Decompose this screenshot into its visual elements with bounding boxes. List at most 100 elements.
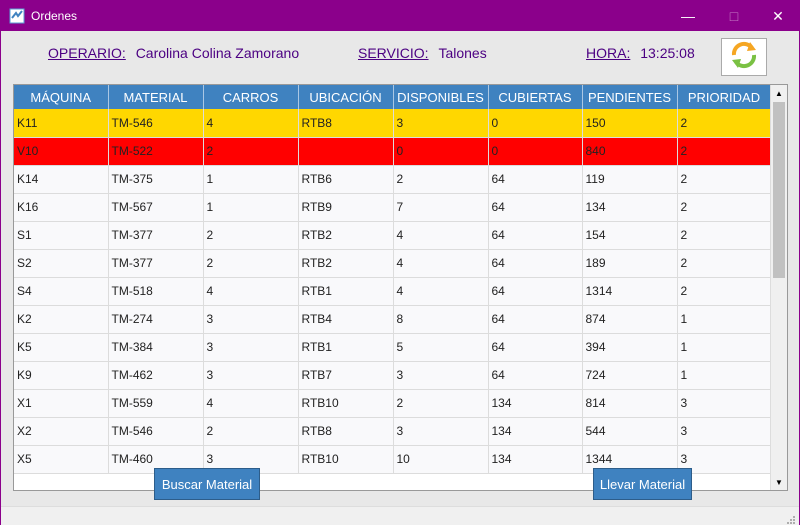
table-row[interactable]: S1 TM-377 2 RTB2 4 64 154 2	[14, 221, 772, 250]
table-cell[interactable]: X2	[14, 417, 109, 446]
table-cell[interactable]: 134	[488, 445, 583, 474]
table-cell[interactable]: 150	[582, 109, 678, 138]
buscar-material-button[interactable]: Buscar Material	[154, 468, 260, 500]
table-cell[interactable]: 64	[488, 361, 583, 390]
table-cell[interactable]: X5	[14, 445, 109, 474]
table-cell[interactable]: 840	[582, 137, 678, 166]
table-cell[interactable]: RTB8	[298, 417, 394, 446]
table-cell[interactable]: K9	[14, 361, 109, 390]
table-cell[interactable]: 134	[488, 389, 583, 418]
table-cell[interactable]: 4	[203, 109, 299, 138]
table-cell[interactable]: K5	[14, 333, 109, 362]
vertical-scrollbar[interactable]: ▲ ▼	[770, 85, 787, 490]
table-cell[interactable]: 119	[582, 165, 678, 194]
table-cell[interactable]: TM-274	[108, 305, 204, 334]
table-cell[interactable]: TM-377	[108, 221, 204, 250]
table-cell[interactable]: 0	[488, 109, 583, 138]
table-cell[interactable]: 394	[582, 333, 678, 362]
table-cell[interactable]: 0	[488, 137, 583, 166]
table-cell[interactable]: TM-546	[108, 109, 204, 138]
table-cell[interactable]: 2	[677, 193, 772, 222]
table-cell[interactable]: TM-559	[108, 389, 204, 418]
table-cell[interactable]: 1	[677, 305, 772, 334]
table-cell[interactable]: 10	[393, 445, 489, 474]
table-cell[interactable]: 4	[393, 221, 489, 250]
table-cell[interactable]: 2	[203, 137, 299, 166]
table-cell[interactable]: TM-546	[108, 417, 204, 446]
table-cell[interactable]: 8	[393, 305, 489, 334]
column-header[interactable]: UBICACIÓN	[298, 85, 394, 109]
column-header[interactable]: DISPONIBLES	[393, 85, 489, 109]
table-cell[interactable]: 154	[582, 221, 678, 250]
table-cell[interactable]: 134	[488, 417, 583, 446]
table-cell[interactable]: 64	[488, 333, 583, 362]
table-cell[interactable]: 134	[582, 193, 678, 222]
table-cell[interactable]: 3	[393, 361, 489, 390]
table-cell[interactable]: 814	[582, 389, 678, 418]
column-header[interactable]: PENDIENTES	[582, 85, 678, 109]
table-cell[interactable]: 2	[203, 417, 299, 446]
table-cell[interactable]: 2	[393, 389, 489, 418]
table-cell[interactable]: 3	[677, 417, 772, 446]
table-cell[interactable]: 2	[677, 221, 772, 250]
table-cell[interactable]: 724	[582, 361, 678, 390]
table-cell[interactable]: 2	[393, 165, 489, 194]
table-cell[interactable]: TM-377	[108, 249, 204, 278]
table-cell[interactable]: RTB2	[298, 249, 394, 278]
table-cell[interactable]: 64	[488, 165, 583, 194]
table-row[interactable]: K11 TM-546 4 RTB8 3 0 150 2	[14, 109, 772, 138]
table-cell[interactable]: 4	[393, 277, 489, 306]
table-cell[interactable]: K11	[14, 109, 109, 138]
table-cell[interactable]: 189	[582, 249, 678, 278]
table-cell[interactable]: X1	[14, 389, 109, 418]
table-cell[interactable]: 1	[677, 333, 772, 362]
table-cell[interactable]: 2	[677, 137, 772, 166]
table-cell[interactable]: TM-522	[108, 137, 204, 166]
table-cell[interactable]: S1	[14, 221, 109, 250]
table-cell[interactable]: 64	[488, 249, 583, 278]
table-cell[interactable]: 4	[203, 277, 299, 306]
table-cell[interactable]	[298, 137, 394, 166]
table-cell[interactable]: 1314	[582, 277, 678, 306]
table-row[interactable]: K14 TM-375 1 RTB6 2 64 119 2	[14, 165, 772, 194]
close-icon[interactable]: ✕	[755, 1, 800, 31]
table-cell[interactable]: 7	[393, 193, 489, 222]
table-cell[interactable]: S2	[14, 249, 109, 278]
table-cell[interactable]: TM-462	[108, 361, 204, 390]
table-cell[interactable]: 3	[203, 333, 299, 362]
table-cell[interactable]: S4	[14, 277, 109, 306]
table-row[interactable]: S4 TM-518 4 RTB1 4 64 1314 2	[14, 277, 772, 306]
table-cell[interactable]: 1	[203, 193, 299, 222]
table-row[interactable]: K2 TM-274 3 RTB4 8 64 874 1	[14, 305, 772, 334]
table-cell[interactable]: 64	[488, 193, 583, 222]
table-cell[interactable]: 64	[488, 305, 583, 334]
table-cell[interactable]: K2	[14, 305, 109, 334]
column-header[interactable]: CARROS	[203, 85, 299, 109]
minimize-icon[interactable]: —	[665, 1, 711, 31]
table-cell[interactable]: 3	[677, 389, 772, 418]
table-cell[interactable]: 1	[203, 165, 299, 194]
table-row[interactable]: X1 TM-559 4 RTB10 2 134 814 3	[14, 389, 772, 418]
table-row[interactable]: K5 TM-384 3 RTB1 5 64 394 1	[14, 333, 772, 362]
table-cell[interactable]: 3	[203, 361, 299, 390]
column-header[interactable]: CUBIERTAS	[488, 85, 583, 109]
table-cell[interactable]: 64	[488, 221, 583, 250]
title-bar[interactable]: Ordenes — □ ✕	[1, 1, 799, 31]
table-row[interactable]: V10 TM-522 2 0 0 840 2	[14, 137, 772, 166]
resize-grip-icon[interactable]	[786, 512, 796, 524]
table-cell[interactable]: 5	[393, 333, 489, 362]
table-cell[interactable]: 64	[488, 277, 583, 306]
table-cell[interactable]: V10	[14, 137, 109, 166]
table-row[interactable]: K16 TM-567 1 RTB9 7 64 134 2	[14, 193, 772, 222]
scroll-up-icon[interactable]: ▲	[771, 85, 787, 101]
table-cell[interactable]: 2	[203, 249, 299, 278]
scroll-thumb[interactable]	[773, 102, 785, 278]
table-cell[interactable]: 3	[393, 109, 489, 138]
table-cell[interactable]: 2	[677, 277, 772, 306]
table-cell[interactable]: TM-375	[108, 165, 204, 194]
table-cell[interactable]: K14	[14, 165, 109, 194]
table-row[interactable]: S2 TM-377 2 RTB2 4 64 189 2	[14, 249, 772, 278]
table-cell[interactable]: 2	[677, 165, 772, 194]
table-cell[interactable]: 3	[203, 305, 299, 334]
table-row[interactable]: K9 TM-462 3 RTB7 3 64 724 1	[14, 361, 772, 390]
